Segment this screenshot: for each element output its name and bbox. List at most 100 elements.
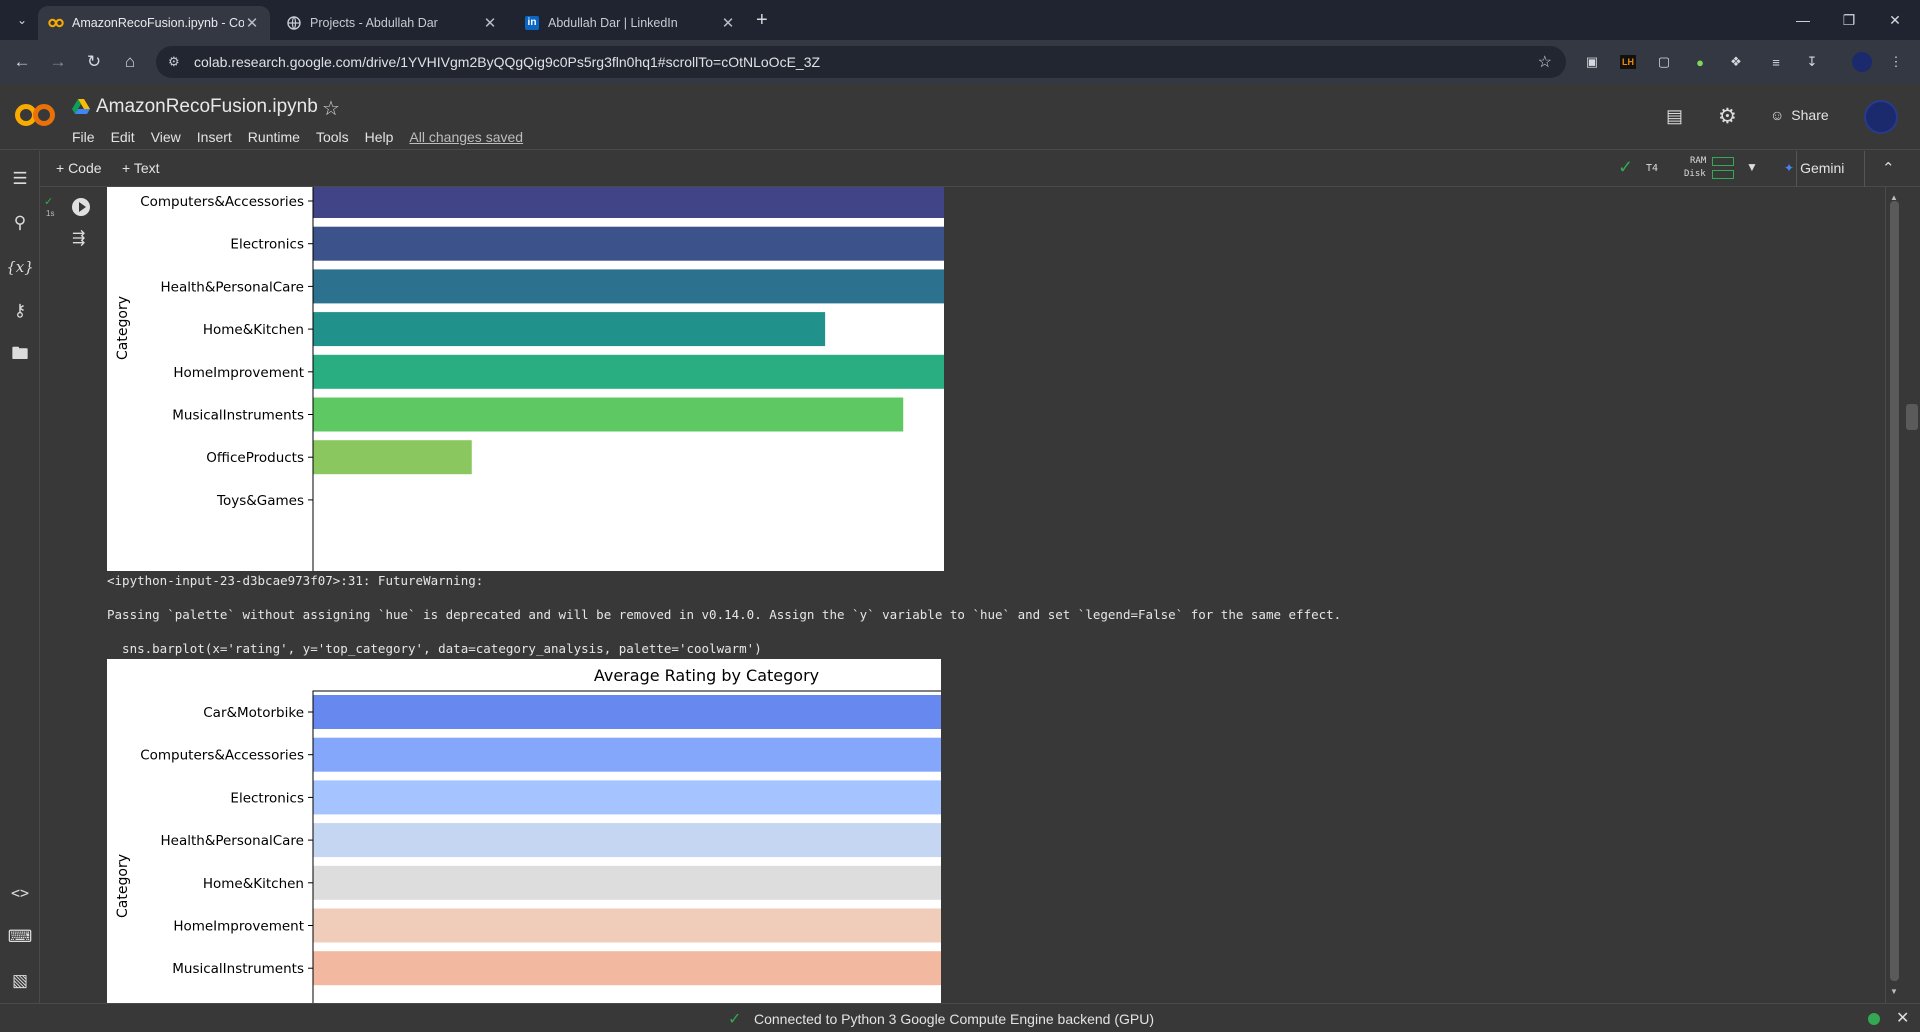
menu-help[interactable]: Help — [365, 129, 394, 145]
menu-insert[interactable]: Insert — [197, 129, 232, 145]
settings-gear-icon[interactable]: ⚙ — [1718, 104, 1737, 129]
reload-icon[interactable]: ↻ — [82, 50, 106, 74]
notebook-scrollbar[interactable]: ▲ ▼ — [1885, 187, 1903, 1003]
y-tick-label: MusicalInstruments — [172, 961, 304, 977]
menu-runtime[interactable]: Runtime — [248, 129, 300, 145]
colab-logo-icon[interactable] — [14, 102, 56, 128]
search-icon[interactable]: ⚲ — [8, 211, 32, 235]
connected-check-icon: ✓ — [1618, 157, 1634, 177]
forward-icon[interactable]: → — [46, 50, 70, 74]
address-bar[interactable]: ⚙ colab.research.google.com/drive/1YVHIV… — [156, 46, 1566, 78]
bar-electronics — [313, 780, 941, 815]
menu-tools[interactable]: Tools — [316, 129, 349, 145]
y-tick-label: Toys&Games — [216, 493, 304, 509]
bar-electronics — [313, 226, 944, 261]
runtime-resources-indicator[interactable]: T4 RAM Disk ▼ — [1646, 156, 1782, 182]
ram-usage-bar — [1712, 157, 1734, 166]
menu-view[interactable]: View — [151, 129, 181, 145]
close-status-icon[interactable]: ✕ — [1896, 1008, 1909, 1028]
close-tab-icon[interactable]: ✕ — [482, 14, 498, 32]
add-code-cell-button[interactable]: + Code — [56, 160, 102, 176]
status-check-icon: ✓ — [728, 1011, 742, 1028]
y-tick-label: Home&Kitchen — [203, 322, 304, 338]
back-icon[interactable]: ← — [10, 50, 34, 74]
bar-home-kitchen — [313, 865, 941, 900]
bar-car-motorbike — [313, 695, 941, 729]
y-tick-label: HomeImprovement — [173, 365, 304, 381]
table-of-contents-icon[interactable]: ☰ — [8, 167, 32, 191]
lighthouse-extension-icon[interactable]: LH — [1618, 52, 1638, 72]
share-button[interactable]: ☺ Share — [1770, 107, 1829, 123]
y-axis-label: Category — [115, 296, 131, 360]
save-status-link[interactable]: All changes saved — [409, 129, 523, 145]
add-text-cell-button[interactable]: + Text — [122, 160, 160, 176]
bar-musicalinstruments — [313, 397, 904, 432]
site-info-icon[interactable]: ⚙ — [168, 54, 180, 70]
bar-health-personalcare — [313, 823, 941, 858]
profile-avatar[interactable] — [1852, 52, 1872, 72]
terminal-icon[interactable]: ▧ — [8, 969, 32, 993]
browser-toolbar: ← → ↻ ⌂ ⚙ colab.research.google.com/driv… — [0, 40, 1920, 84]
extension-green-icon[interactable]: ● — [1690, 52, 1710, 72]
code-snippets-icon[interactable]: <> — [8, 881, 32, 905]
bookmark-star-icon[interactable]: ☆ — [1538, 52, 1552, 72]
tab-label: Abdullah Dar | LinkedIn — [548, 16, 678, 30]
discount-chart: Computers&Accessories Electronics Health&P… — [107, 187, 944, 571]
extension-gray-icon[interactable]: ▢ — [1654, 52, 1674, 72]
page-scroll-marker[interactable] — [1906, 404, 1918, 430]
scrollbar-thumb[interactable] — [1890, 201, 1899, 981]
minimize-icon[interactable]: — — [1780, 0, 1826, 40]
command-palette-icon[interactable]: ⌨ — [8, 925, 33, 949]
gemini-button[interactable]: ✦ Gemini — [1784, 160, 1844, 176]
star-notebook-icon[interactable]: ☆ — [322, 96, 340, 121]
linkedin-icon: in — [524, 15, 540, 31]
notebook-title[interactable]: AmazonRecoFusion.ipynb — [96, 96, 318, 118]
colab-favicon-icon — [48, 15, 64, 31]
menu-edit[interactable]: Edit — [111, 129, 135, 145]
disk-label: Disk — [1684, 169, 1706, 179]
files-folder-icon[interactable]: 🖿 — [8, 343, 32, 367]
tab-capture-icon[interactable]: ▣ — [1582, 52, 1602, 72]
globe-icon — [286, 15, 302, 31]
comments-icon[interactable]: ▤ — [1666, 106, 1683, 127]
y-tick-label: MusicalInstruments — [172, 408, 304, 424]
toolbar-divider — [1864, 151, 1865, 187]
variables-icon[interactable]: {x} — [6, 255, 34, 279]
bar-homeimprovement — [313, 354, 944, 389]
bar-computers-accessories — [313, 187, 944, 218]
new-tab-icon[interactable]: + — [756, 9, 768, 32]
reading-list-icon[interactable]: ≡ — [1766, 52, 1786, 72]
restore-icon[interactable]: ❐ — [1826, 0, 1872, 40]
account-avatar[interactable] — [1864, 100, 1898, 134]
close-tab-icon[interactable]: ✕ — [244, 14, 260, 32]
notebook-toolbar: + Code + Text ✓ T4 RAM Disk ▼ ✦ Gemini ⌃ — [40, 151, 1920, 187]
bar-health-personalcare — [313, 269, 944, 304]
y-tick-label: HomeImprovement — [173, 919, 304, 935]
bar-computers-accessories — [313, 737, 941, 772]
home-icon[interactable]: ⌂ — [118, 50, 142, 74]
tab-search-chevron-icon[interactable]: ⌄ — [10, 8, 34, 32]
chrome-menu-icon[interactable]: ⋮ — [1886, 52, 1906, 72]
menu-file[interactable]: File — [72, 129, 95, 145]
gemini-sparkle-icon: ✦ — [1784, 161, 1795, 175]
url-text: colab.research.google.com/drive/1YVHIVgm… — [194, 54, 821, 70]
close-tab-icon[interactable]: ✕ — [720, 14, 736, 32]
scroll-down-arrow-icon[interactable]: ▼ — [1890, 987, 1898, 996]
y-tick-label: OfficeProducts — [206, 450, 304, 466]
y-tick-label: Health&PersonalCare — [160, 279, 304, 295]
cell-output: Computers&Accessories Electronics Health&P… — [40, 187, 1885, 1003]
runtime-dropdown-icon[interactable]: ▼ — [1746, 160, 1758, 174]
secrets-key-icon[interactable]: ⚷ — [8, 299, 32, 323]
window-close-icon[interactable]: ✕ — [1872, 0, 1918, 40]
warning-header: <ipython-input-23-d3bcae973f07>:31: Futu… — [107, 573, 484, 588]
tab-projects[interactable]: Projects - Abdullah Dar ✕ — [276, 6, 508, 40]
tab-colab[interactable]: AmazonRecoFusion.ipynb - Col ✕ — [38, 6, 270, 40]
tab-linkedin[interactable]: in Abdullah Dar | LinkedIn ✕ — [514, 6, 746, 40]
rating-chart-svg: Average Rating by Category Car&Motorbike C… — [115, 666, 941, 1003]
y-tick-label: Home&Kitchen — [203, 876, 304, 892]
collapse-header-icon[interactable]: ⌃ — [1882, 159, 1895, 177]
warning-message: Passing `palette` without assigning `hue… — [107, 607, 1342, 622]
download-icon[interactable]: ↧ — [1802, 52, 1822, 72]
extensions-puzzle-icon[interactable]: ❖ — [1726, 52, 1746, 72]
bar-officeproducts — [313, 440, 472, 475]
